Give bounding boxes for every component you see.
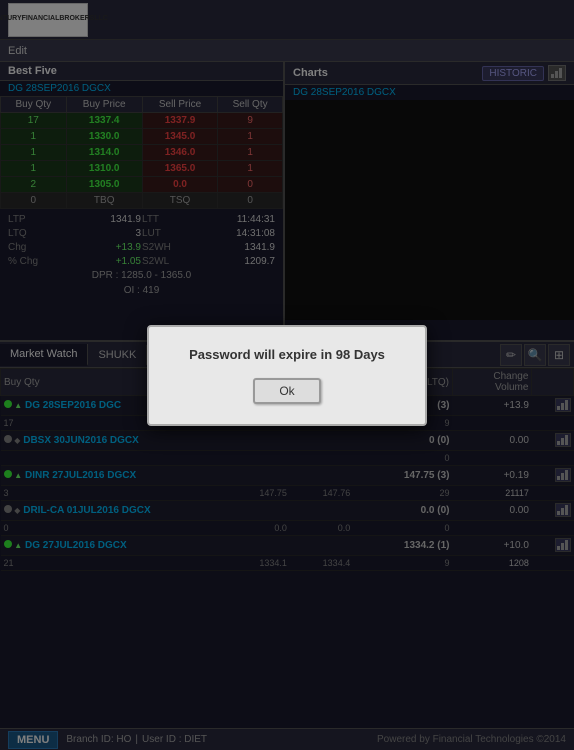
modal-box: Password will expire in 98 Days Ok — [147, 325, 427, 426]
modal-ok-button[interactable]: Ok — [253, 378, 320, 404]
modal-message: Password will expire in 98 Days — [179, 347, 395, 362]
modal-overlay: Password will expire in 98 Days Ok — [0, 0, 574, 750]
